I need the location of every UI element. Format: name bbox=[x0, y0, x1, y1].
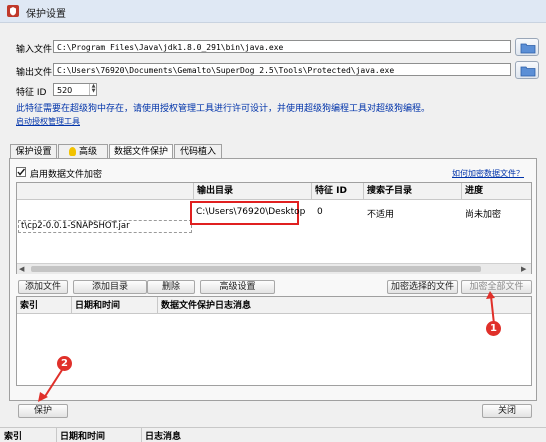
add-directory-button[interactable]: 添加目录 bbox=[73, 280, 147, 294]
feature-id-label: 特征 ID bbox=[16, 88, 47, 98]
row-progress: 尚未加密 bbox=[465, 210, 502, 220]
checkmark-icon bbox=[17, 168, 26, 176]
col-header-feature-id[interactable]: 特征 ID bbox=[315, 184, 347, 199]
app-shield-icon bbox=[6, 4, 20, 18]
callout-arrow-down bbox=[38, 369, 63, 402]
tab-label: 数据文件保护 bbox=[113, 147, 168, 157]
output-file-label: 输出文件 bbox=[16, 68, 53, 78]
row-search-subdir: 不适用 bbox=[367, 210, 395, 220]
global-log-col-datetime: 日期和时间 bbox=[60, 432, 106, 442]
advanced-settings-button[interactable]: 高级设置 bbox=[200, 280, 275, 294]
column-divider bbox=[461, 183, 462, 199]
callout-badge-1: 1 bbox=[486, 321, 501, 336]
column-divider bbox=[141, 428, 142, 442]
row-feature-id: 0 bbox=[317, 207, 323, 217]
folder-icon bbox=[520, 66, 536, 77]
close-button[interactable]: 关闭 bbox=[482, 404, 532, 418]
scroll-right-icon[interactable]: ▶ bbox=[521, 265, 526, 273]
tab-label: 代码植入 bbox=[179, 147, 216, 157]
tab-label: 高级 bbox=[78, 147, 97, 157]
global-log-col-index: 索引 bbox=[4, 432, 23, 442]
tab-advanced[interactable]: 高级 bbox=[58, 144, 108, 158]
horizontal-scrollbar[interactable]: ◀ ▶ bbox=[17, 263, 531, 274]
tab-label: 保护设置 bbox=[15, 147, 52, 157]
col-header-progress[interactable]: 进度 bbox=[465, 184, 483, 199]
output-file-field[interactable]: C:\Users\76920\Documents\Gemalto\SuperDo… bbox=[53, 63, 511, 76]
lightbulb-icon bbox=[68, 147, 76, 156]
global-log-header: 索引 日期和时间 日志消息 bbox=[0, 427, 546, 442]
column-divider bbox=[157, 297, 158, 313]
folder-icon bbox=[520, 43, 536, 54]
input-file-field[interactable]: C:\Program Files\Java\jdk1.8.0_291\bin\j… bbox=[53, 40, 511, 53]
title-bar: 保护设置 bbox=[0, 0, 546, 23]
add-file-button[interactable]: 添加文件 bbox=[18, 280, 68, 294]
protect-button[interactable]: 保护 bbox=[18, 404, 68, 418]
global-log-col-message: 日志消息 bbox=[145, 432, 182, 442]
browse-input-button[interactable] bbox=[515, 38, 539, 56]
table-header bbox=[17, 183, 531, 200]
enable-encryption-label: 启用数据文件加密 bbox=[30, 170, 103, 180]
delete-button[interactable]: 删除 bbox=[147, 280, 195, 294]
window-title: 保护设置 bbox=[26, 9, 66, 20]
tab-code-injection[interactable]: 代码植入 bbox=[174, 144, 222, 158]
column-divider bbox=[311, 183, 312, 199]
row-output-dir: C:\Users\76920\Desktop bbox=[196, 207, 306, 217]
feature-tip-text: 此特征需要在超级狗中存在，请使用授权管理工具进行许可设计，并使用超级狗编程工具对… bbox=[16, 104, 431, 114]
log-col-datetime[interactable]: 日期和时间 bbox=[75, 299, 120, 314]
input-file-label: 输入文件 bbox=[16, 45, 53, 55]
log-col-message[interactable]: 数据文件保护日志消息 bbox=[161, 299, 251, 314]
scrollbar-thumb[interactable] bbox=[31, 266, 481, 272]
column-divider bbox=[71, 297, 72, 313]
enable-encryption-checkbox[interactable] bbox=[16, 167, 26, 177]
column-divider bbox=[56, 428, 57, 442]
encrypt-selected-button[interactable]: 加密选择的文件 bbox=[387, 280, 458, 294]
tab-protect-settings[interactable]: 保护设置 bbox=[10, 144, 57, 158]
how-to-encrypt-link[interactable]: 如何加密数据文件？ bbox=[452, 168, 524, 179]
spinner-arrows-icon[interactable]: ▲ ▼ bbox=[89, 84, 97, 95]
col-header-search-subdir[interactable]: 搜索子目录 bbox=[367, 184, 412, 199]
row-input-path: t\cp2-0.0.1-SNAPSHOT.jar bbox=[18, 220, 192, 233]
column-divider bbox=[363, 183, 364, 199]
col-header-output-dir[interactable]: 输出目录 bbox=[197, 184, 233, 199]
tab-data-file-protection[interactable]: 数据文件保护 bbox=[109, 144, 173, 159]
column-divider bbox=[193, 183, 194, 199]
scroll-left-icon[interactable]: ◀ bbox=[19, 265, 24, 273]
launch-auth-tool-link[interactable]: 启动授权管理工具 bbox=[16, 116, 80, 127]
browse-output-button[interactable] bbox=[515, 61, 539, 79]
log-col-index[interactable]: 索引 bbox=[20, 299, 38, 314]
